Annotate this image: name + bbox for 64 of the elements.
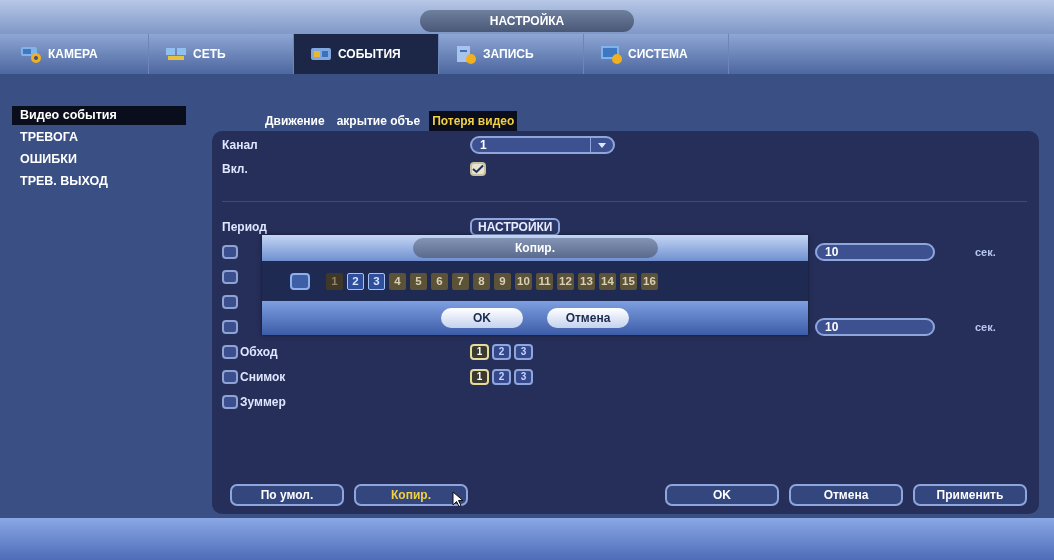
checkbox[interactable] — [222, 269, 238, 284]
sidebar-item[interactable]: ТРЕВОГА — [12, 128, 186, 147]
unit-label: сек. — [975, 245, 996, 258]
output-toggle[interactable]: 2 — [492, 343, 511, 360]
action-button[interactable]: По умол. — [230, 484, 344, 506]
channel-toggle[interactable]: 13 — [578, 272, 595, 290]
action-button[interactable]: Копир. — [354, 484, 468, 506]
dropdown-arrow-icon — [598, 142, 606, 148]
channel-toggle[interactable]: 6 — [431, 272, 448, 290]
checkbox[interactable] — [222, 369, 238, 384]
output-toggle[interactable]: 1 — [470, 368, 489, 385]
field-label: Вкл. — [222, 162, 249, 176]
checkbox[interactable] — [222, 344, 238, 359]
option-label: Обход — [240, 344, 278, 359]
action-button[interactable]: Отмена — [789, 484, 903, 506]
dialog-title: Копир. — [412, 238, 658, 258]
dialog-button[interactable]: Отмена — [547, 308, 629, 328]
channel-toggle[interactable]: 2 — [347, 272, 364, 290]
unit-label: сек. — [975, 320, 996, 333]
channel-toggle[interactable]: 11 — [536, 272, 553, 290]
sidebar-item[interactable]: ТРЕВ. ВЫХОД — [12, 172, 186, 191]
option-label: Снимок — [240, 369, 286, 384]
channel-dropdown[interactable]: 1 — [470, 136, 615, 154]
channel-toggle[interactable]: 8 — [473, 272, 490, 290]
channel-toggle[interactable]: 9 — [494, 272, 511, 290]
document-icon — [455, 44, 477, 64]
nav-tab[interactable]: СОБЫТИЯ — [294, 34, 439, 74]
checkbox[interactable] — [222, 244, 238, 259]
checkbox[interactable] — [470, 162, 486, 176]
sub-tab[interactable]: Потеря видео — [429, 111, 518, 131]
sub-tab[interactable]: Движение — [262, 111, 328, 131]
channel-toggle[interactable]: 12 — [557, 272, 574, 290]
monitor-icon — [600, 44, 622, 64]
channel-toggle[interactable]: 10 — [515, 272, 532, 290]
sidebar-item[interactable]: ОШИБКИ — [12, 150, 186, 169]
settings-button[interactable]: НАСТРОЙКИ — [470, 218, 561, 236]
field-label: Период — [222, 220, 268, 234]
seconds-field[interactable]: 10 — [815, 242, 935, 261]
action-button[interactable]: Применить — [913, 484, 1027, 506]
dialog-button[interactable]: OK — [441, 308, 523, 328]
checkbox[interactable] — [222, 319, 238, 334]
mouse-pointer-icon — [452, 491, 464, 508]
sidebar-item[interactable]: Видео события — [12, 106, 186, 125]
option-label: Зуммер — [240, 394, 286, 409]
output-toggle[interactable]: 3 — [514, 343, 533, 360]
channel-toggle[interactable]: 4 — [389, 272, 406, 290]
output-toggle[interactable]: 3 — [514, 368, 533, 385]
field-label: Канал — [222, 138, 259, 152]
channel-toggle[interactable]: 7 — [452, 272, 469, 290]
window-title: НАСТРОЙКА — [420, 10, 634, 32]
checkbox[interactable] — [222, 394, 238, 409]
channel-toggle[interactable]: 3 — [368, 272, 385, 290]
output-toggle[interactable]: 2 — [492, 368, 511, 385]
camera-icon — [20, 44, 42, 64]
channel-toggle[interactable]: 5 — [410, 272, 427, 290]
action-button[interactable]: OK — [665, 484, 779, 506]
checkbox[interactable] — [222, 294, 238, 309]
seconds-field[interactable]: 10 — [815, 317, 935, 336]
channel-toggle[interactable]: 14 — [599, 272, 616, 290]
select-all-checkbox[interactable] — [290, 272, 310, 290]
channel-toggle[interactable]: 16 — [641, 272, 658, 290]
channel-toggle[interactable]: 15 — [620, 272, 637, 290]
sub-tab[interactable]: акрытие объе — [333, 111, 424, 131]
output-toggle[interactable]: 1 — [470, 343, 489, 360]
